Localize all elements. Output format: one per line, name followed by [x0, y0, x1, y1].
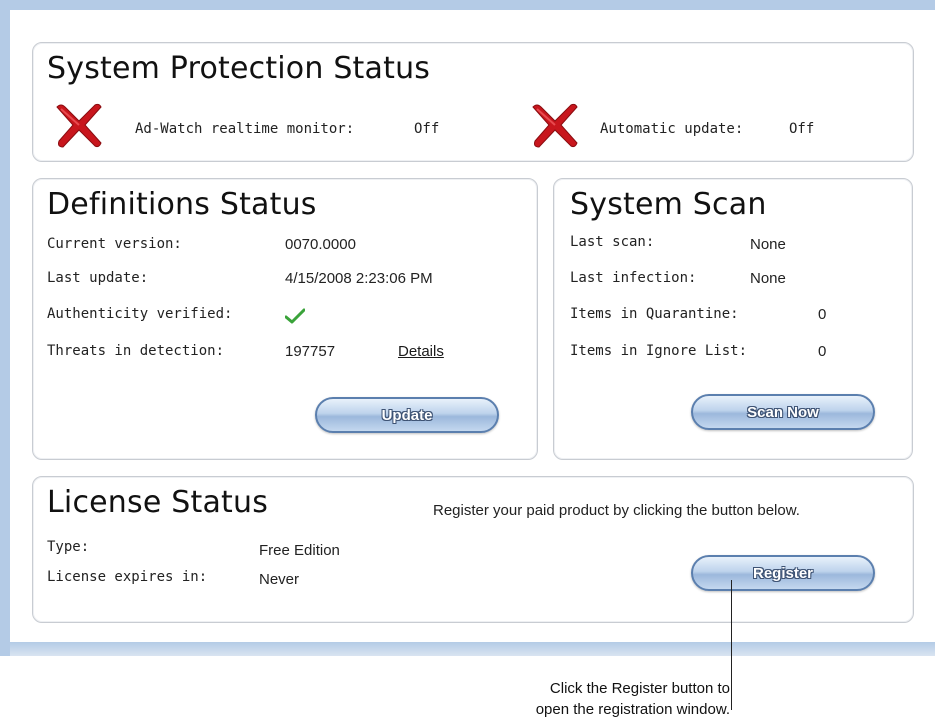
annotation-line-2: open the registration window. [535, 701, 730, 718]
register-prompt: Register your paid product by clicking t… [433, 502, 800, 519]
system-scan-panel: System Scan Last scan: None Last infecti… [553, 178, 913, 460]
realtime-monitor-label: Ad-Watch realtime monitor: [135, 121, 355, 137]
protection-status-title: System Protection Status [47, 51, 431, 86]
system-scan-title: System Scan [570, 187, 767, 222]
quarantine-value: 0 [818, 306, 827, 323]
last-infection-label: Last infection: [570, 270, 697, 286]
license-expires-value: Never [259, 571, 300, 588]
automatic-update-label: Automatic update: [600, 121, 744, 137]
details-link[interactable]: Details [398, 343, 444, 360]
red-x-icon [532, 103, 578, 148]
last-infection-value: None [750, 270, 786, 287]
ignore-list-label: Items in Ignore List: [570, 343, 748, 359]
threats-label: Threats in detection: [47, 343, 225, 359]
authenticity-label: Authenticity verified: [47, 306, 233, 322]
protection-status-panel: System Protection Status Ad-Watch realti… [32, 42, 914, 162]
red-x-icon [56, 103, 102, 148]
quarantine-label: Items in Quarantine: [570, 306, 739, 322]
last-scan-value: None [750, 236, 786, 253]
annotation-line-1: Click the Register button to [549, 680, 730, 697]
annotation-callout: Click the Register button to open the re… [536, 678, 730, 720]
definitions-status-title: Definitions Status [47, 187, 317, 222]
license-expires-label: License expires in: [47, 569, 208, 585]
last-update-label: Last update: [47, 270, 149, 286]
current-version-value: 0070.0000 [285, 236, 356, 253]
last-scan-label: Last scan: [570, 234, 655, 250]
last-update-value: 4/15/2008 2:23:06 PM [285, 270, 433, 287]
register-button[interactable]: Register [691, 555, 875, 591]
ignore-list-value: 0 [818, 343, 827, 360]
license-status-title: License Status [47, 485, 269, 520]
realtime-monitor-value: Off [414, 121, 440, 137]
current-version-label: Current version: [47, 236, 182, 252]
license-type-label: Type: [47, 539, 90, 555]
license-status-panel: License Status Register your paid produc… [32, 476, 914, 623]
frame-bottom-edge [10, 642, 935, 656]
threats-value: 197757 [285, 343, 336, 360]
license-type-value: Free Edition [259, 542, 340, 559]
update-button[interactable]: Update [315, 397, 499, 433]
scan-now-button[interactable]: Scan Now [691, 394, 875, 430]
content-area: System Protection Status Ad-Watch realti… [10, 10, 935, 642]
automatic-update-value: Off [789, 121, 815, 137]
app-frame: System Protection Status Ad-Watch realti… [0, 0, 935, 656]
green-check-icon [285, 308, 305, 324]
definitions-status-panel: Definitions Status Current version: 0070… [32, 178, 538, 460]
annotation-pointer-line [731, 580, 732, 710]
